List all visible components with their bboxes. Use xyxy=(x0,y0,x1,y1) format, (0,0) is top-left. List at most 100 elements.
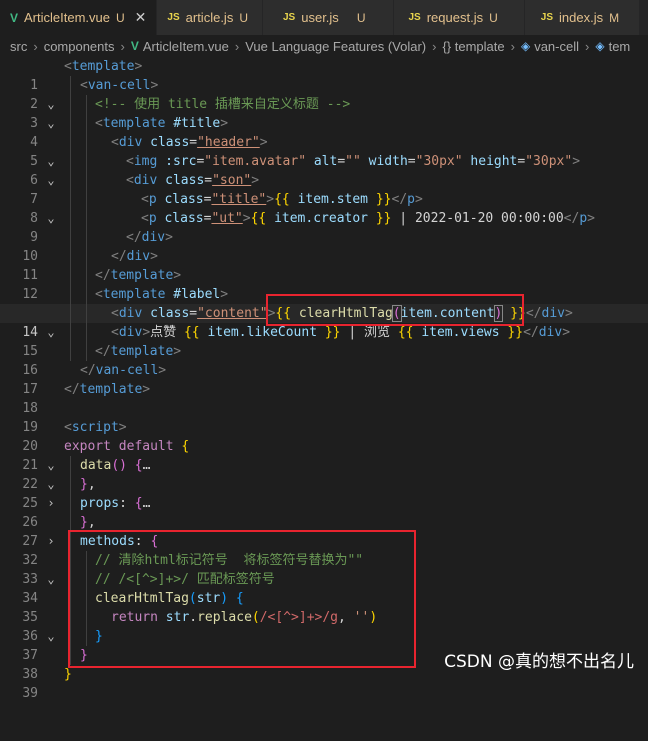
code-token: … xyxy=(142,458,151,473)
git-status-badge: U xyxy=(239,10,248,25)
code-token: methods xyxy=(80,534,135,549)
code-token: template xyxy=(79,382,143,397)
git-status-badge: M xyxy=(609,10,620,25)
chevron-right-icon: › xyxy=(234,38,240,54)
breadcrumb-item[interactable]: Vue Language Features (Volar) xyxy=(245,39,426,54)
chevron-right-icon: › xyxy=(510,38,515,54)
code-token: "son" xyxy=(212,173,252,188)
code-token: "header" xyxy=(197,135,260,150)
code-token: template xyxy=(71,59,135,74)
tab-user-js[interactable]: JS user.js U xyxy=(263,0,395,35)
code-token: script xyxy=(71,420,119,435)
code-token: item.stem xyxy=(297,192,369,207)
code-token: item.likeCount xyxy=(207,325,318,340)
code-token: div xyxy=(538,325,563,340)
code-line[interactable]: 34 // /<[^>]+>/ 匹配标签符号 xyxy=(0,570,648,606)
code-token: | 2022-01-20 00:00:00 xyxy=(391,211,564,226)
chevron-right-icon: › xyxy=(120,38,125,54)
code-token: template xyxy=(102,287,166,302)
code-token: … xyxy=(142,496,151,511)
code-token: p xyxy=(407,192,415,207)
code-token: '' xyxy=(353,610,370,625)
watermark: CSDN @真的想不出名儿 xyxy=(444,652,634,672)
js-file-icon: JS xyxy=(408,12,421,23)
code-token: default xyxy=(118,439,174,454)
code-line[interactable]: 32 ⌄ methods: { xyxy=(0,532,648,586)
code-line[interactable]: 15 <div>点赞 {{ item.likeCount }} | 浏览 {{ … xyxy=(0,323,648,359)
breadcrumb-item[interactable]: src xyxy=(10,39,27,54)
code-line[interactable]: 19 xyxy=(0,399,648,435)
code-line[interactable]: 17 </van-cell> xyxy=(0,361,648,397)
tab-index-js[interactable]: JS index.js M xyxy=(524,0,641,35)
code-token: class xyxy=(164,192,204,207)
code-line[interactable]: 12 </template> xyxy=(0,266,648,302)
tab-article-js[interactable]: JS article.js U xyxy=(157,0,263,35)
code-token: p xyxy=(148,192,157,207)
code-editor[interactable]: 1 ⌄ <template> 2 ⌄ <van-cell> 3 <!-- 使用 … xyxy=(0,57,648,701)
code-line[interactable]: 35 ⌄ clearHtmlTag(str) { xyxy=(0,589,648,643)
code-token: item.creator xyxy=(274,211,368,226)
code-token: div xyxy=(126,249,151,264)
code-token: "content" xyxy=(197,306,268,321)
code-token: template xyxy=(102,116,166,131)
code-line[interactable]: 3 <!-- 使用 title 插槽来自定义标题 --> xyxy=(0,95,648,131)
tab-articleitem-vue[interactable]: V ArticleItem.vue U ✕ xyxy=(0,0,158,35)
tab-request-js[interactable]: JS request.js U xyxy=(394,0,525,35)
code-token: div xyxy=(118,135,143,150)
code-line[interactable]: 2 ⌄ <van-cell> xyxy=(0,76,648,130)
code-token: return xyxy=(111,610,158,625)
breadcrumb-item[interactable]: ArticleItem.vue xyxy=(143,39,229,54)
tab-label: user.js xyxy=(301,10,339,25)
code-line[interactable]: 5 ⌄ <div class="header"> xyxy=(0,133,648,187)
code-line[interactable]: 25 }, xyxy=(0,475,648,511)
code-line[interactable]: 26 › props: {… xyxy=(0,494,648,548)
chevron-right-icon: › xyxy=(33,38,38,54)
code-line[interactable]: 18 </template> xyxy=(0,380,648,416)
breadcrumb-item[interactable]: tem xyxy=(609,39,631,54)
code-token: div xyxy=(541,306,565,321)
breadcrumb-item[interactable]: components xyxy=(44,39,115,54)
code-line[interactable]: 11 </div> xyxy=(0,247,648,283)
code-line[interactable]: 37 } xyxy=(0,627,648,663)
chevron-right-icon: › xyxy=(585,38,590,54)
code-token: p xyxy=(579,211,588,226)
code-line[interactable]: 21 ⌄ export default { xyxy=(0,437,648,491)
cube-icon: ◈ xyxy=(520,39,531,53)
code-line[interactable]: 7 ⌄ <div class="son"> xyxy=(0,171,648,225)
breadcrumb-item[interactable]: van-cell xyxy=(534,39,579,54)
code-line[interactable]: 13 ⌄ <template #label> xyxy=(0,285,648,339)
code-token: "30px" xyxy=(525,154,573,169)
code-token: class xyxy=(165,173,205,188)
code-line[interactable]: 16 </template> xyxy=(0,342,648,378)
code-token: class xyxy=(150,135,190,150)
code-token: div xyxy=(141,230,166,245)
code-token: "ut" xyxy=(211,211,243,226)
git-status-badge: U xyxy=(116,10,125,25)
code-line[interactable]: 22 › data() {… xyxy=(0,456,648,510)
vue-file-icon: V xyxy=(10,10,19,25)
close-icon[interactable]: ✕ xyxy=(135,9,147,26)
code-token: class xyxy=(164,211,204,226)
code-token: item.content xyxy=(400,306,495,321)
breadcrumb-item[interactable]: {} template xyxy=(442,39,504,54)
tab-label: ArticleItem.vue xyxy=(24,10,110,25)
code-line[interactable]: 1 ⌄ <template> xyxy=(0,57,648,111)
code-token: data xyxy=(80,458,112,473)
code-line-current[interactable]: 14 <div class="content">{{ clearHtmlTag(… xyxy=(0,304,648,340)
code-token: replace xyxy=(197,610,252,625)
code-line[interactable]: 8 <p class="title">{{ item.stem }}</p> xyxy=(0,190,648,226)
code-line[interactable]: 33 // 清除html标记符号 将标签符号替换为"" xyxy=(0,551,648,587)
code-line[interactable]: 6 <img :src="item.avatar" alt="" width="… xyxy=(0,152,648,188)
code-token: height xyxy=(470,154,518,169)
code-line[interactable]: 36 return str.replace(/<[^>]+>/g, '') xyxy=(0,608,648,644)
code-line[interactable]: 9 <p class="ut">{{ item.creator }} | 202… xyxy=(0,209,648,245)
code-line[interactable]: 4 ⌄ <template #title> xyxy=(0,114,648,168)
code-token: img xyxy=(133,154,158,169)
code-line[interactable]: 10 </div> xyxy=(0,228,648,264)
code-token: 点赞 xyxy=(150,325,184,340)
code-token: clearHtmlTag xyxy=(298,306,393,321)
js-file-icon: JS xyxy=(283,12,296,23)
code-line[interactable]: 20 ⌄ <script> xyxy=(0,418,648,472)
code-token: div xyxy=(133,173,158,188)
code-line[interactable]: 27 }, xyxy=(0,513,648,549)
